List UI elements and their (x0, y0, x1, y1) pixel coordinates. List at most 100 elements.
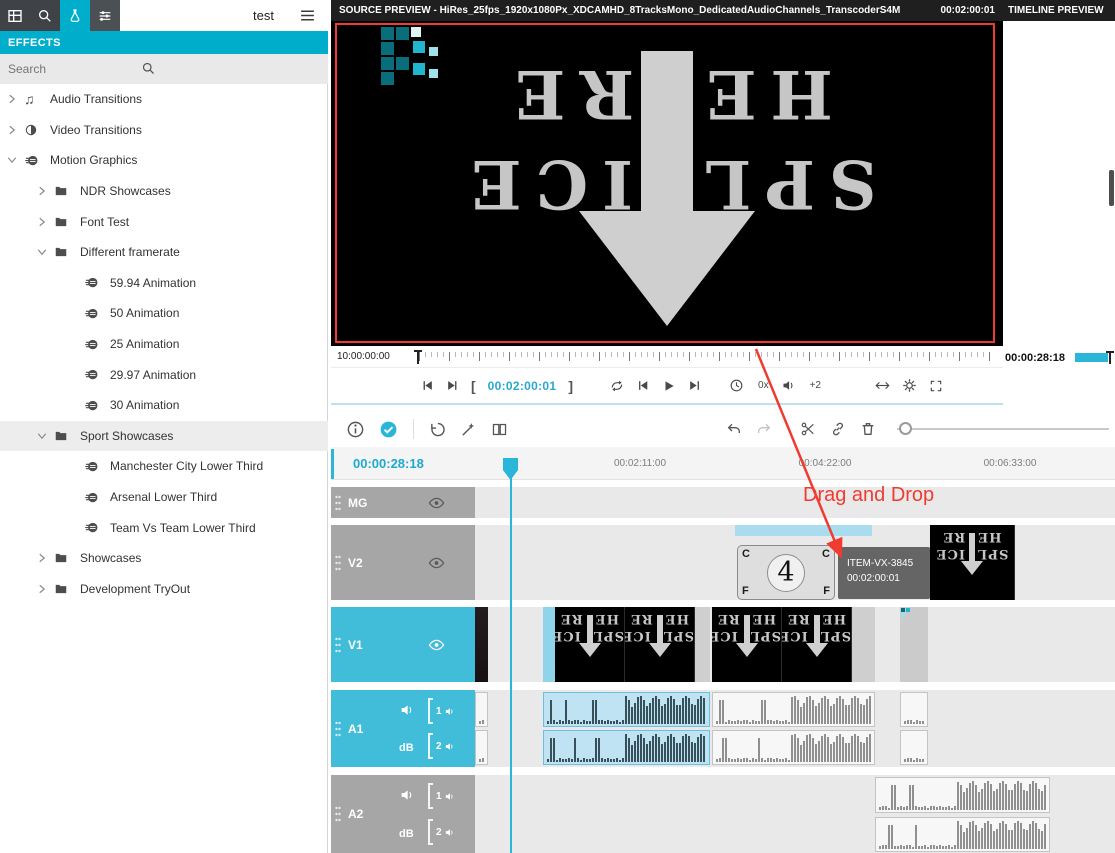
dragged-clip-ghost[interactable]: C C F F 4 (737, 545, 835, 600)
visibility-eye-icon[interactable] (428, 554, 445, 571)
tree-item-motion-graphics[interactable]: Motion Graphics (0, 145, 328, 176)
approve-check-icon[interactable] (379, 420, 398, 439)
audio-clip[interactable] (712, 730, 875, 765)
track-header-mg[interactable]: MG (331, 487, 475, 518)
drag-handle-icon[interactable] (334, 720, 342, 738)
audio-speaker-icon[interactable] (781, 378, 796, 393)
tree-item-font-test[interactable]: Font Test (0, 206, 328, 237)
drag-handle-icon[interactable] (334, 494, 342, 512)
tree-item-30-animation[interactable]: 30 Animation (0, 390, 328, 421)
play-icon[interactable] (662, 379, 676, 393)
tree-item-sport-showcases[interactable]: Sport Showcases (0, 421, 328, 452)
history-icon[interactable] (429, 421, 446, 438)
mark-out-button[interactable]: ] (568, 378, 573, 394)
go-to-out-icon[interactable] (446, 379, 459, 392)
tree-item-development-tryout[interactable]: Development TryOut (0, 574, 328, 605)
search-tool-button[interactable] (30, 0, 60, 31)
track-content-v1[interactable]: SPLICE HERE SPLICE HERE (475, 607, 1115, 682)
vertical-scrollbar-thumb[interactable] (1109, 170, 1114, 206)
channel-speaker-icon[interactable] (444, 741, 455, 752)
tree-item-50-animation[interactable]: 50 Animation (0, 298, 328, 329)
go-to-in-icon[interactable] (421, 379, 434, 392)
fullscreen-icon[interactable] (929, 379, 943, 393)
timeline-ruler[interactable]: 00:00:28:18 00:02:11:00 00:04:22:00 00:0… (331, 447, 1115, 480)
chevron-right-icon[interactable] (36, 552, 54, 564)
delete-trash-icon[interactable] (860, 421, 876, 437)
channel-row-1[interactable]: 1 (428, 781, 475, 811)
video-clip[interactable]: SPLICE HERE SPLICE HERE (712, 607, 875, 682)
audio-clip-short[interactable] (900, 692, 928, 727)
redo-icon[interactable] (756, 421, 772, 437)
chevron-down-icon[interactable] (6, 154, 24, 166)
track-header-v2[interactable]: V2 (331, 525, 475, 600)
audio-clip-short[interactable] (900, 730, 928, 765)
audio-clip-sliver[interactable] (475, 692, 488, 727)
clip-fade-handle[interactable] (543, 607, 555, 682)
track-content-mg[interactable] (475, 487, 1115, 518)
audio-clip[interactable] (875, 777, 1050, 813)
tree-item-audio-transitions[interactable]: ♫Audio Transitions (0, 84, 328, 115)
settings-sliders-button[interactable] (90, 0, 120, 31)
mark-in-button[interactable]: [ (471, 378, 476, 394)
channel-speaker-icon[interactable] (444, 827, 455, 838)
source-video-viewport[interactable]: SPLICE HERE (331, 21, 1003, 346)
effects-wand-icon[interactable] (460, 421, 477, 438)
timeline-zoom-slider[interactable] (897, 428, 1109, 430)
video-clip-sliver[interactable] (475, 607, 488, 682)
chevron-right-icon[interactable] (6, 93, 24, 105)
chevron-right-icon[interactable] (6, 124, 24, 136)
panels-grid-button[interactable] (0, 0, 30, 31)
track-content-v2[interactable]: SPLICE HERE C C F F 4 ITE (475, 525, 1115, 600)
track-content-a1[interactable] (475, 690, 1115, 767)
razor-scissors-icon[interactable] (800, 421, 816, 437)
track-content-a2[interactable] (475, 775, 1115, 853)
channel-row-1[interactable]: 1 (428, 696, 475, 726)
undo-icon[interactable] (726, 421, 742, 437)
audio-clip-selected[interactable] (543, 692, 710, 727)
tree-item-5994-animation[interactable]: 59.94 Animation (0, 268, 328, 299)
track-header-v1[interactable]: V1 (331, 607, 475, 682)
source-playhead[interactable] (417, 350, 419, 364)
chevron-down-icon[interactable] (36, 430, 54, 442)
channel-row-2[interactable]: 2 (428, 731, 475, 761)
loop-icon[interactable] (609, 378, 625, 394)
search-input[interactable] (0, 62, 132, 76)
tree-item-25-animation[interactable]: 25 Animation (0, 329, 328, 360)
video-clip-short[interactable] (900, 607, 928, 682)
source-ruler[interactable]: 10:00:00:00 (331, 346, 1003, 368)
tree-item-2997-animation[interactable]: 29.97 Animation (0, 359, 328, 390)
timeline-preview-playhead[interactable] (1109, 351, 1111, 364)
drag-handle-icon[interactable] (334, 554, 342, 572)
video-clip[interactable]: SPLICE HERE SPLICE HERE (543, 607, 710, 682)
search-magnifier-icon[interactable] (141, 61, 156, 79)
tree-item-arsenal-lower-third[interactable]: Arsenal Lower Third (0, 482, 328, 513)
visibility-eye-icon[interactable] (428, 636, 445, 653)
chevron-down-icon[interactable] (36, 246, 54, 258)
zoom-slider-knob[interactable] (899, 422, 912, 435)
video-clip[interactable]: SPLICE HERE (930, 525, 1015, 600)
tree-item-team-vs-team-lower-third[interactable]: Team Vs Team Lower Third (0, 512, 328, 543)
link-clips-icon[interactable] (830, 421, 846, 437)
db-label[interactable]: dB (399, 742, 414, 754)
track-header-a2[interactable]: A2 dB 1 2 (331, 775, 475, 853)
tree-item-different-framerate[interactable]: Different framerate (0, 237, 328, 268)
effects-tool-button[interactable] (60, 0, 90, 31)
visibility-eye-icon[interactable] (428, 494, 445, 511)
audio-clip-selected[interactable] (543, 730, 710, 765)
drag-handle-icon[interactable] (334, 636, 342, 654)
split-view-icon[interactable] (491, 421, 508, 438)
audio-clip[interactable] (712, 692, 875, 727)
chevron-right-icon[interactable] (36, 583, 54, 595)
track-speaker-icon[interactable] (399, 702, 415, 718)
channel-row-2[interactable]: 2 (428, 817, 475, 847)
chevron-right-icon[interactable] (36, 185, 54, 197)
tree-item-showcases[interactable]: Showcases (0, 543, 328, 574)
tree-item-ndr-showcases[interactable]: NDR Showcases (0, 176, 328, 207)
audio-clip[interactable] (875, 817, 1050, 852)
info-icon[interactable] (346, 420, 365, 439)
tree-item-manchester-city-lower-third[interactable]: Manchester City Lower Third (0, 451, 328, 482)
tree-item-video-transitions[interactable]: Video Transitions (0, 115, 328, 146)
channel-speaker-icon[interactable] (444, 706, 455, 717)
track-speaker-icon[interactable] (399, 787, 415, 803)
step-back-icon[interactable] (637, 379, 650, 392)
